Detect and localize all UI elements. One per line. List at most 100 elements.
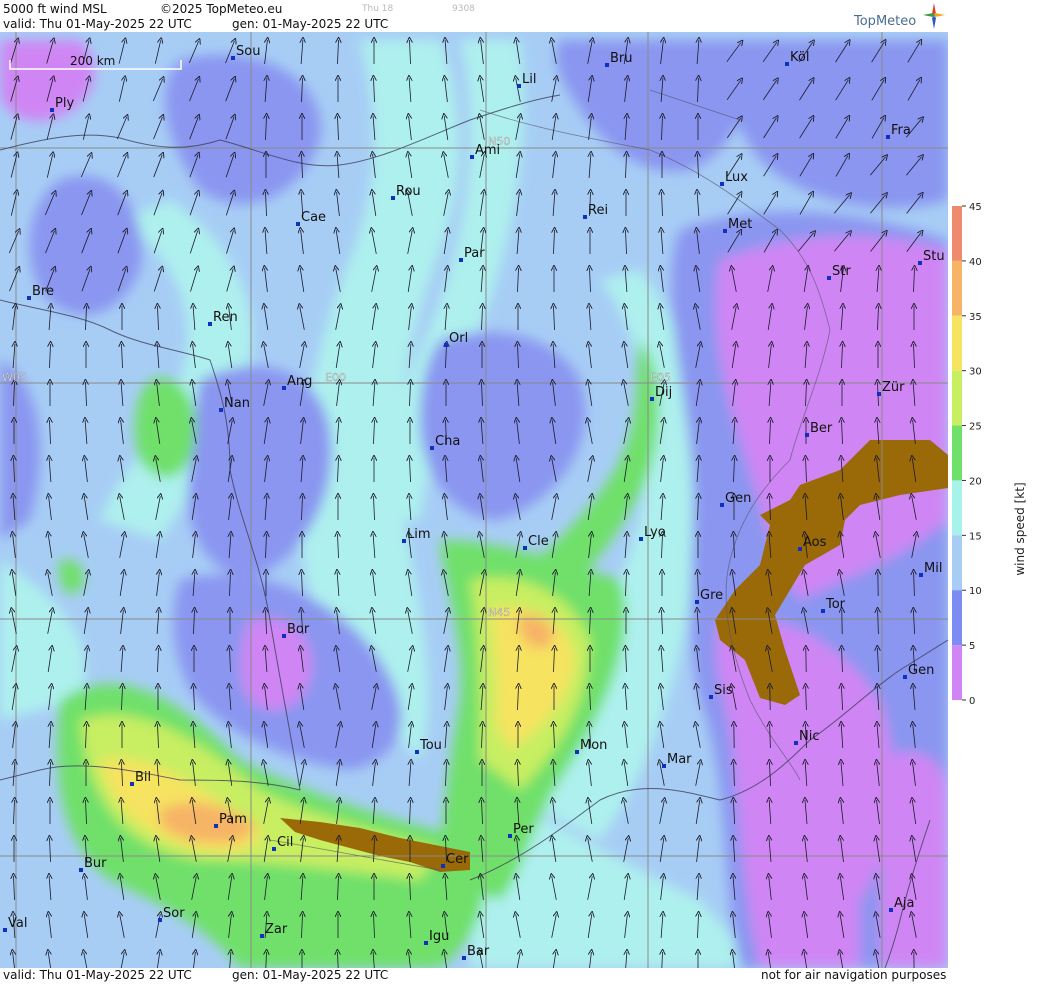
- city-cha[interactable]: Cha: [430, 434, 460, 450]
- city-gen[interactable]: Gen: [903, 663, 934, 679]
- city-label: Fra: [891, 123, 911, 138]
- legend-tick-label: 25: [969, 422, 982, 433]
- disclaimer-text: not for air navigation purposes: [761, 968, 946, 982]
- city-pam[interactable]: Pam: [214, 812, 247, 828]
- city-nan[interactable]: Nan: [219, 396, 250, 412]
- city-rou[interactable]: Rou: [391, 184, 421, 200]
- city-ang[interactable]: Ang: [282, 374, 312, 390]
- city-marker: [158, 918, 162, 922]
- city-label: Tor: [825, 597, 846, 612]
- city-label: Aos: [803, 535, 827, 550]
- city-label: Mon: [580, 738, 607, 753]
- city-marker: [695, 600, 699, 604]
- city-label: Val: [8, 916, 27, 931]
- city-marker: [877, 392, 881, 396]
- city-label: Cae: [301, 210, 326, 225]
- city-mon[interactable]: Mon: [575, 738, 607, 754]
- city-marker: [130, 782, 134, 786]
- city-mar[interactable]: Mar: [662, 752, 692, 768]
- city-label: Rou: [396, 184, 421, 199]
- legend-title-wrap: wind speed [kt]: [1012, 470, 1028, 590]
- city-label: Sor: [163, 906, 185, 921]
- city-bur[interactable]: Bur: [79, 856, 107, 872]
- footer-generated-time: gen: 01-May-2025 22 UTC: [232, 968, 388, 982]
- city-met[interactable]: Met: [723, 217, 752, 233]
- city-label: Igu: [429, 929, 449, 944]
- city-ren[interactable]: Ren: [208, 310, 238, 326]
- city-bor[interactable]: Bor: [282, 622, 310, 638]
- city-marker: [798, 547, 802, 551]
- city-marker: [821, 609, 825, 613]
- city-label: Dij: [655, 385, 672, 400]
- legend-band: [952, 426, 962, 481]
- wind-map[interactable]: N50 N45 E00 E05 W05 200 km SouPlyLilBruK…: [0, 32, 949, 968]
- city-sou[interactable]: Sou: [231, 44, 260, 60]
- city-label: Cha: [435, 434, 460, 449]
- city-label: Gre: [700, 588, 723, 603]
- grid-label-e05: E05: [650, 371, 671, 384]
- city-label: Ami: [475, 143, 500, 158]
- city-marker: [709, 695, 713, 699]
- product-title: 5000 ft wind MSL: [3, 2, 107, 16]
- city-marker: [214, 824, 218, 828]
- city-label: Per: [513, 822, 534, 837]
- legend-band: [952, 371, 962, 426]
- city-zar[interactable]: Zar: [260, 922, 288, 938]
- city-bar[interactable]: Bar: [462, 944, 490, 960]
- city-marker: [886, 135, 890, 139]
- city-ber[interactable]: Ber: [805, 421, 833, 437]
- city-label: Cle: [528, 534, 549, 549]
- city-marker: [827, 276, 831, 280]
- city-lim[interactable]: Lim: [402, 527, 431, 543]
- legend-tick-label: 10: [969, 586, 982, 597]
- city-cer[interactable]: Cer: [441, 852, 469, 868]
- legend-band: [952, 535, 962, 590]
- city-lux[interactable]: Lux: [720, 170, 748, 186]
- copyright-text: ©2025 TopMeteo.eu: [160, 2, 282, 16]
- legend-tick-label: 45: [969, 202, 982, 213]
- city-label: Bur: [84, 856, 107, 871]
- city-ami[interactable]: Ami: [470, 143, 500, 159]
- city-label: Cer: [446, 852, 469, 867]
- city-label: Sou: [236, 44, 260, 59]
- legend-tick-label: 15: [969, 531, 982, 542]
- city-marker: [805, 433, 809, 437]
- legend-tick-label: 20: [969, 476, 982, 487]
- city-marker: [523, 546, 527, 550]
- city-sor[interactable]: Sor: [158, 906, 185, 922]
- city-marker: [639, 537, 643, 541]
- city-bre[interactable]: Bre: [27, 284, 54, 300]
- city-marker: [282, 386, 286, 390]
- city-marker: [720, 182, 724, 186]
- city-marker: [517, 84, 521, 88]
- city-label: Nan: [224, 396, 250, 411]
- city-label: Bil: [135, 770, 151, 785]
- city-marker: [208, 322, 212, 326]
- city-gre[interactable]: Gre: [695, 588, 723, 604]
- city-label: Mil: [924, 561, 942, 576]
- city-label: Cil: [277, 835, 293, 850]
- city-marker: [459, 258, 463, 262]
- footer-bar: valid: Thu 01-May-2025 22 UTC gen: 01-Ma…: [0, 968, 948, 983]
- legend-band: [952, 645, 962, 700]
- city-label: Ren: [213, 310, 238, 325]
- city-marker: [282, 634, 286, 638]
- city-cae[interactable]: Cae: [296, 210, 326, 226]
- city-marker: [650, 397, 654, 401]
- city-marker: [583, 215, 587, 219]
- city-aos[interactable]: Aos: [798, 535, 827, 551]
- city-marker: [441, 864, 445, 868]
- city-bru[interactable]: Bru: [605, 51, 633, 67]
- city-tou[interactable]: Tou: [415, 738, 442, 754]
- city-label: Ply: [55, 96, 74, 111]
- city-marker: [794, 741, 798, 745]
- city-label: Gen: [908, 663, 934, 678]
- city-label: Bar: [467, 944, 490, 959]
- city-marker: [723, 229, 727, 233]
- grid-label-n45: N45: [488, 606, 510, 619]
- city-gen[interactable]: Gen: [720, 491, 751, 507]
- city-zür[interactable]: Zür: [877, 380, 905, 396]
- city-label: Mar: [667, 752, 692, 767]
- city-label: Sis: [714, 683, 733, 698]
- city-label: Lim: [407, 527, 431, 542]
